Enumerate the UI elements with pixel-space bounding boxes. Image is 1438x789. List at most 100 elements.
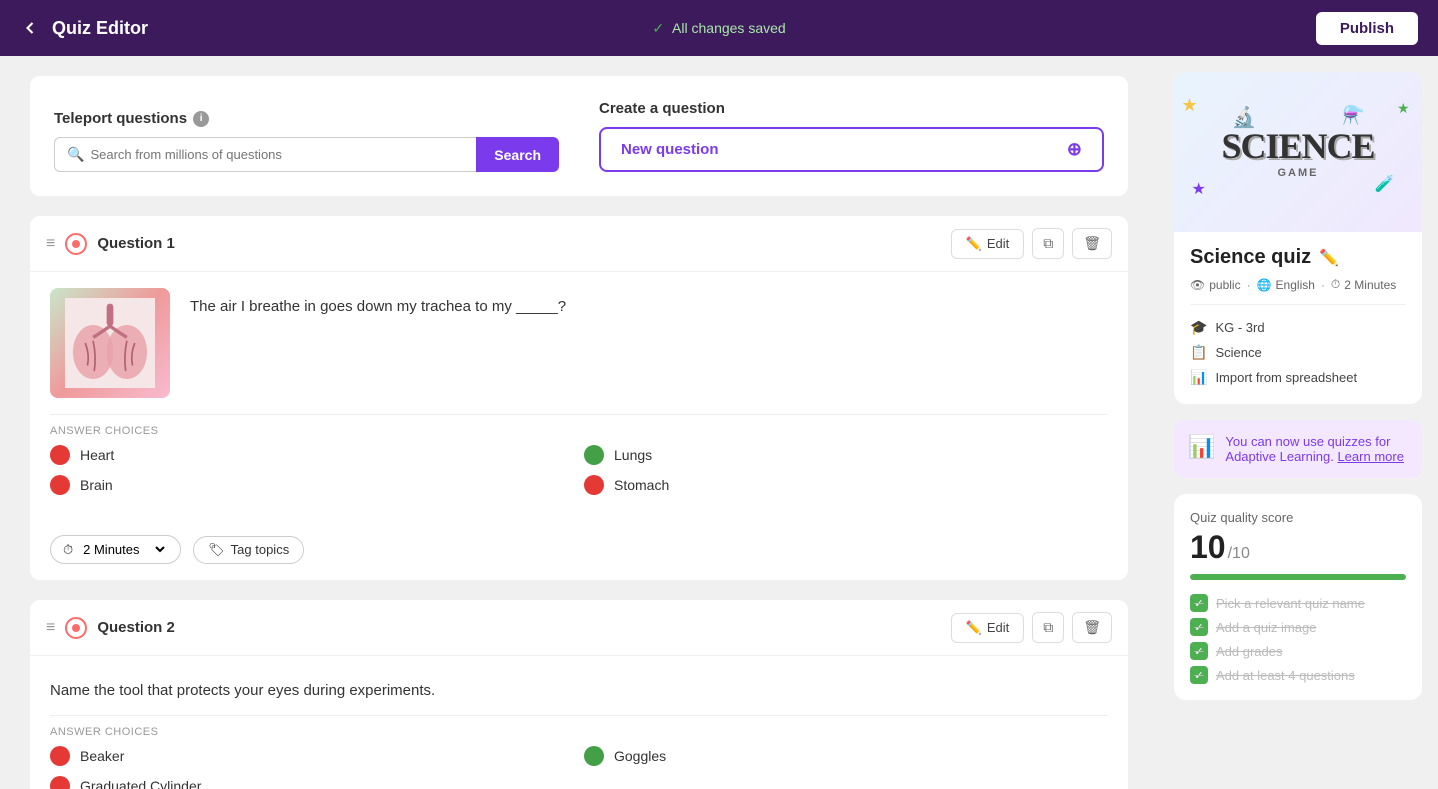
import-row[interactable]: 📊 Import from spreadsheet: [1190, 365, 1406, 390]
choice-dot-cylinder: [50, 776, 70, 789]
choices-grid-2: Beaker Goggles Graduated Cylinder: [50, 746, 1108, 789]
choice-dot-red-2: [50, 475, 70, 495]
answer-choices-label-1: answer choices: [50, 414, 1108, 437]
check-1: ✓: [1190, 594, 1208, 612]
delete-button-1[interactable]: 🗑: [1072, 228, 1112, 259]
choice-stomach: Stomach: [584, 475, 1108, 495]
header: Quiz Editor ✓ All changes saved Publish: [0, 0, 1438, 56]
meta-rows: 🎓 KG - 3rd 📋 Science 📊 Import from sprea…: [1190, 304, 1406, 390]
clock-icon: ⏱: [63, 542, 73, 558]
search-icon: 🔍: [67, 146, 84, 163]
quality-label: Quiz quality score: [1190, 510, 1406, 525]
quality-score-row: 10 /10: [1190, 529, 1406, 566]
target-icon: [65, 233, 87, 255]
duration-badge: ⏱ 2 Minutes: [1331, 277, 1396, 292]
language-badge: 🌐 English: [1257, 278, 1315, 292]
info-icon: i: [193, 111, 209, 127]
choice-graduated-cylinder: Graduated Cylinder: [50, 776, 574, 789]
quality-bar: [1190, 574, 1406, 580]
visibility-badge: 👁 public: [1190, 278, 1241, 292]
create-section: Create a question New question ⊕: [599, 100, 1104, 172]
grade-row[interactable]: 🎓 KG - 3rd: [1190, 315, 1406, 340]
edit-icon-2: ✏️: [966, 620, 982, 636]
check-4: ✓: [1190, 666, 1208, 684]
page-title: Quiz Editor: [52, 18, 148, 39]
delete-button-2[interactable]: 🗑: [1072, 612, 1112, 643]
teleport-label: Teleport questions i: [54, 110, 559, 127]
question-2-text: Name the tool that protects your eyes du…: [50, 672, 1108, 703]
copy-button-2[interactable]: ⧉: [1032, 612, 1064, 643]
quality-score-value: 10: [1190, 529, 1226, 566]
tag-topics-button-1[interactable]: 🏷 Tag topics: [193, 536, 304, 564]
learn-more-link[interactable]: Learn more: [1337, 449, 1403, 464]
question-card-2: ≡ Question 2 ✏️ Edit ⧉ 🗑 Name the tool t…: [30, 600, 1128, 789]
saved-text: All changes saved: [672, 20, 786, 36]
time-select-1[interactable]: ⏱ 2 Minutes 1 Minute 30 Seconds: [50, 535, 181, 564]
quality-item-2: ✓ Add a quiz image: [1190, 618, 1406, 636]
question-1-label: Question 1: [97, 235, 950, 252]
question-1-actions: ✏️ Edit ⧉ 🗑: [951, 228, 1112, 259]
quiz-info-card: SCIENCE GAME ★ ★ ★ 🔬 ⚗️ 🧪 Science quiz ✏…: [1174, 72, 1422, 404]
left-panel: Teleport questions i 🔍 Search Create a q…: [0, 56, 1158, 789]
question-2-header: ≡ Question 2 ✏️ Edit ⧉ 🗑: [30, 600, 1128, 656]
question-1-content: The air I breathe in goes down my trache…: [50, 288, 1108, 398]
time-dropdown-1[interactable]: 2 Minutes 1 Minute 30 Seconds: [79, 541, 168, 558]
quiz-cover: SCIENCE GAME ★ ★ ★ 🔬 ⚗️ 🧪: [1174, 72, 1422, 232]
question-1-image: [50, 288, 170, 398]
question-1-header: ≡ Question 1 ✏️ Edit ⧉ 🗑: [30, 216, 1128, 272]
edit-title-icon[interactable]: ✏️: [1319, 248, 1339, 268]
import-icon: 📊: [1190, 369, 1207, 386]
choice-brain: Brain: [50, 475, 574, 495]
eye-icon: 👁: [1190, 278, 1205, 292]
top-section: Teleport questions i 🔍 Search Create a q…: [30, 76, 1128, 196]
quality-bar-fill: [1190, 574, 1406, 580]
search-input-wrap: 🔍: [54, 137, 476, 172]
choices-grid-1: Heart Lungs Brain Stomach: [50, 445, 1108, 495]
back-button[interactable]: [20, 18, 40, 38]
quality-items: ✓ Pick a relevant quiz name ✓ Add a quiz…: [1190, 594, 1406, 684]
answer-choices-label-2: answer choices: [50, 715, 1108, 738]
choice-dot-red-3: [584, 475, 604, 495]
question-2-body: Name the tool that protects your eyes du…: [30, 656, 1128, 789]
edit-button-1[interactable]: ✏️ Edit: [951, 229, 1025, 259]
question-2-label: Question 2: [97, 619, 950, 636]
teleport-section: Teleport questions i 🔍 Search: [54, 110, 559, 172]
drag-handle-icon-2[interactable]: ≡: [46, 619, 55, 637]
edit-button-2[interactable]: ✏️ Edit: [951, 613, 1025, 643]
save-status: ✓ All changes saved: [652, 20, 785, 37]
question-1-footer: ⏱ 2 Minutes 1 Minute 30 Seconds 🏷 Tag to…: [30, 525, 1128, 580]
question-card-1: ≡ Question 1 ✏️ Edit ⧉ 🗑: [30, 216, 1128, 580]
target-icon-2: [65, 617, 87, 639]
subject-row[interactable]: 📋 Science: [1190, 340, 1406, 365]
choice-dot-beaker: [50, 746, 70, 766]
quality-card: Quiz quality score 10 /10 ✓ Pick a relev…: [1174, 494, 1422, 700]
grade-icon: 🎓: [1190, 319, 1207, 336]
quiz-title-row: Science quiz ✏️: [1190, 246, 1406, 269]
question-1-text: The air I breathe in goes down my trache…: [190, 288, 566, 319]
search-button[interactable]: Search: [476, 137, 559, 172]
quiz-title: Science quiz: [1190, 246, 1311, 269]
new-question-button[interactable]: New question ⊕: [599, 127, 1104, 172]
choice-goggles: Goggles: [584, 746, 1108, 766]
check-2: ✓: [1190, 618, 1208, 636]
right-panel: SCIENCE GAME ★ ★ ★ 🔬 ⚗️ 🧪 Science quiz ✏…: [1158, 56, 1438, 789]
copy-button-1[interactable]: ⧉: [1032, 228, 1064, 259]
choice-beaker: Beaker: [50, 746, 574, 766]
quiz-badges: 👁 public · 🌐 English · ⏱ 2 Minutes: [1190, 277, 1406, 292]
search-input[interactable]: [90, 147, 464, 162]
quality-item-3: ✓ Add grades: [1190, 642, 1406, 660]
choice-lungs: Lungs: [584, 445, 1108, 465]
quality-denom: /10: [1228, 545, 1250, 563]
choice-dot-goggles: [584, 746, 604, 766]
subject-icon: 📋: [1190, 344, 1207, 361]
choice-dot-red: [50, 445, 70, 465]
check-3: ✓: [1190, 642, 1208, 660]
tag-icon-1: 🏷: [208, 542, 225, 558]
plus-icon: ⊕: [1067, 139, 1082, 160]
create-label: Create a question: [599, 100, 1104, 117]
lang-icon: 🌐: [1257, 278, 1272, 292]
quiz-meta: Science quiz ✏️ 👁 public · 🌐 English ·: [1174, 232, 1422, 404]
quality-item-4: ✓ Add at least 4 questions: [1190, 666, 1406, 684]
drag-handle-icon[interactable]: ≡: [46, 235, 55, 253]
publish-button[interactable]: Publish: [1316, 12, 1418, 45]
